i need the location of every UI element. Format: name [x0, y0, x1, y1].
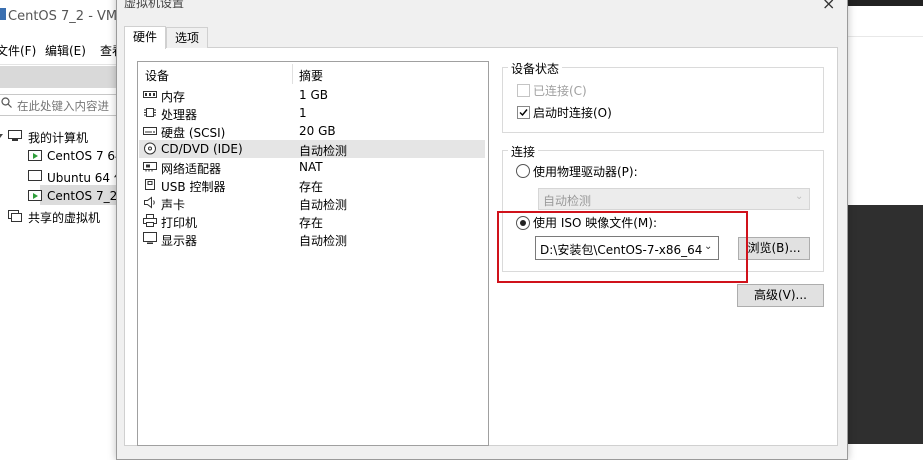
close-icon[interactable]: ×: [822, 0, 835, 13]
physical-drive-radio[interactable]: [516, 164, 530, 178]
menu-file[interactable]: 文件(F): [0, 42, 36, 59]
physical-drive-select[interactable]: 自动检测 ⌄: [538, 188, 810, 210]
sound-card-icon: [144, 196, 155, 209]
vm-icon: [28, 150, 42, 161]
background-vm-tabbar: [846, 6, 923, 37]
column-divider[interactable]: [292, 64, 293, 84]
vmware-window-title: CentOS 7_2 - VMw: [8, 9, 128, 24]
hardware-device-name: 显示器: [161, 234, 198, 248]
column-header-summary[interactable]: 摘要: [299, 67, 323, 84]
tab-options[interactable]: 选项: [166, 27, 208, 48]
connect-at-power-on-label: 启动时连接(O): [533, 106, 612, 120]
vm-icon: [28, 190, 42, 201]
expand-toggle-icon: [0, 134, 3, 138]
menu-edit[interactable]: 编辑(E): [45, 42, 86, 59]
tree-label: CentOS 7 64: [47, 149, 123, 163]
device-status-title: 设备状态: [508, 60, 563, 77]
hardware-summary: 自动检测: [299, 198, 348, 212]
hardware-summary: 自动检测: [299, 144, 348, 158]
tree-label: 共享的虚拟机: [28, 211, 101, 225]
search-icon: [1, 97, 12, 108]
hardware-device-name: 处理器: [161, 108, 198, 122]
physical-drive-label: 使用物理驱动器(P):: [533, 165, 638, 179]
vmware-app-icon: [0, 8, 6, 20]
memory-icon: [143, 91, 157, 98]
hardware-summary: 存在: [299, 216, 324, 230]
hardware-device-name: 硬盘 (SCSI): [161, 126, 226, 140]
advanced-button[interactable]: 高级(V)...: [737, 284, 824, 307]
hardware-summary: 存在: [299, 180, 324, 194]
hardware-row-display[interactable]: 显示器 自动检测: [139, 230, 485, 248]
hardware-summary: 1 GB: [299, 88, 328, 102]
vm-icon: [28, 170, 42, 181]
tree-label: CentOS 7_2: [47, 189, 118, 203]
hardware-device-name: 网络适配器: [161, 162, 222, 176]
connect-at-power-on-checkbox[interactable]: [517, 106, 530, 119]
hardware-row-network-adapter[interactable]: 网络适配器 NAT: [139, 158, 485, 176]
column-header-device[interactable]: 设备: [145, 67, 169, 84]
hardware-summary: 自动检测: [299, 234, 348, 248]
usb-icon: [145, 179, 155, 190]
connected-label: 已连接(C): [533, 84, 587, 98]
library-header: [0, 66, 120, 88]
tab-hardware[interactable]: 硬件: [124, 26, 166, 49]
tree-label: 我的计算机: [28, 131, 89, 145]
hardware-device-name: 声卡: [161, 198, 186, 212]
printer-icon: [143, 214, 157, 227]
computer-icon: [8, 130, 22, 141]
cpu-icon: [144, 108, 156, 117]
network-adapter-icon: [143, 162, 157, 172]
browse-button[interactable]: 浏览(B)...: [738, 237, 810, 260]
hardware-device-name: 打印机: [161, 216, 198, 230]
hardware-row-printer[interactable]: 打印机 存在: [139, 212, 485, 230]
hardware-row-hard-disk[interactable]: 硬盘 (SCSI) 20 GB: [139, 122, 485, 140]
hardware-row-cd-dvd[interactable]: CD/DVD (IDE) 自动检测: [139, 140, 485, 158]
library-search-input[interactable]: 在此处键入内容进: [0, 94, 118, 116]
shared-vms-icon: [8, 210, 22, 222]
hardware-summary: 20 GB: [299, 124, 336, 138]
checkmark-icon: [519, 109, 528, 117]
hardware-row-memory[interactable]: 内存 1 GB: [139, 86, 485, 104]
hardware-device-name: USB 控制器: [161, 180, 226, 194]
hardware-summary: 1: [299, 106, 307, 120]
vm-console-area: [846, 205, 923, 444]
cd-dvd-icon: [144, 142, 156, 155]
connected-checkbox[interactable]: [517, 84, 530, 97]
dialog-title: 虚拟机设置: [124, 0, 185, 10]
tree-label: Ubuntu 64 位: [47, 171, 126, 185]
hardware-summary: NAT: [299, 160, 323, 174]
physical-drive-value: 自动检测: [543, 194, 592, 208]
annotation-highlight-box: [497, 211, 748, 283]
hardware-row-sound-card[interactable]: 声卡 自动检测: [139, 194, 485, 212]
hardware-device-name: 内存: [161, 90, 186, 104]
hardware-device-name: CD/DVD (IDE): [161, 142, 243, 156]
search-placeholder: 在此处键入内容进: [17, 99, 109, 113]
chevron-down-icon: ⌄: [795, 191, 804, 202]
hard-disk-icon: [143, 127, 157, 135]
hardware-row-usb[interactable]: USB 控制器 存在: [139, 176, 485, 194]
hardware-row-processor[interactable]: 处理器 1: [139, 104, 485, 122]
connection-title: 连接: [508, 143, 539, 160]
display-icon: [143, 232, 157, 244]
